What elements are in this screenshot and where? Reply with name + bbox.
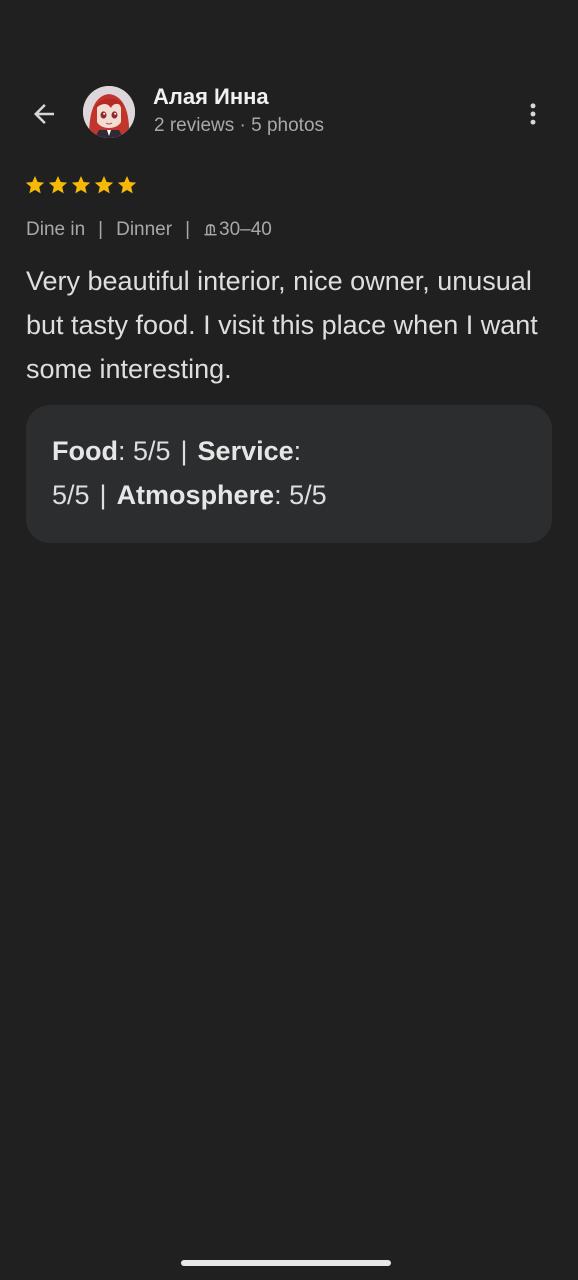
service-rating-value: 5/5 xyxy=(52,480,90,510)
food-rating-label: Food xyxy=(52,436,118,466)
more-vertical-icon xyxy=(530,103,536,125)
food-rating-value: : 5/5 xyxy=(117,436,171,466)
arrow-back-icon xyxy=(34,104,54,124)
rating-separator: | xyxy=(99,480,107,510)
rating-separator: | xyxy=(180,436,188,466)
tag-separator: | xyxy=(98,219,104,240)
star-icon xyxy=(117,176,137,194)
tag-meal-type: Dinner xyxy=(116,219,173,240)
tag-service-type: Dine in xyxy=(26,219,86,240)
review-text: Very beautiful interior, nice owner, unu… xyxy=(26,266,538,384)
avatar-image xyxy=(83,86,135,138)
user-stats: 2 reviews · 5 photos xyxy=(154,115,325,136)
star-icon xyxy=(71,176,91,194)
home-indicator[interactable] xyxy=(181,1260,391,1266)
back-button[interactable] xyxy=(24,94,64,134)
avatar[interactable] xyxy=(83,86,135,138)
star-rating xyxy=(24,174,138,198)
atmosphere-rating-label: Atmosphere xyxy=(116,480,275,510)
service-rating-colon: : xyxy=(293,436,302,466)
tag-price-range: 30–40 xyxy=(219,219,272,240)
service-rating-label: Service xyxy=(197,436,294,466)
star-icon xyxy=(48,176,68,194)
ratings-breakdown-text: Food: 5/5 | Service: 5/5 | Atmosphere: 5/5 xyxy=(52,429,352,517)
user-name[interactable]: Алая Инна xyxy=(153,84,269,110)
visit-tags: Dine in | Dinner | 30–40 xyxy=(26,219,272,241)
star-icon xyxy=(25,176,45,194)
review-header: Алая Инна 2 reviews · 5 photos xyxy=(0,80,578,146)
star-icon xyxy=(94,176,114,194)
more-options-button[interactable] xyxy=(514,94,552,134)
price-icon xyxy=(204,224,217,236)
tag-separator: | xyxy=(185,219,191,240)
ratings-breakdown-card: Food: 5/5 | Service: 5/5 | Atmosphere: 5/5 xyxy=(26,405,552,543)
atmosphere-rating-value: : 5/5 xyxy=(274,480,327,510)
